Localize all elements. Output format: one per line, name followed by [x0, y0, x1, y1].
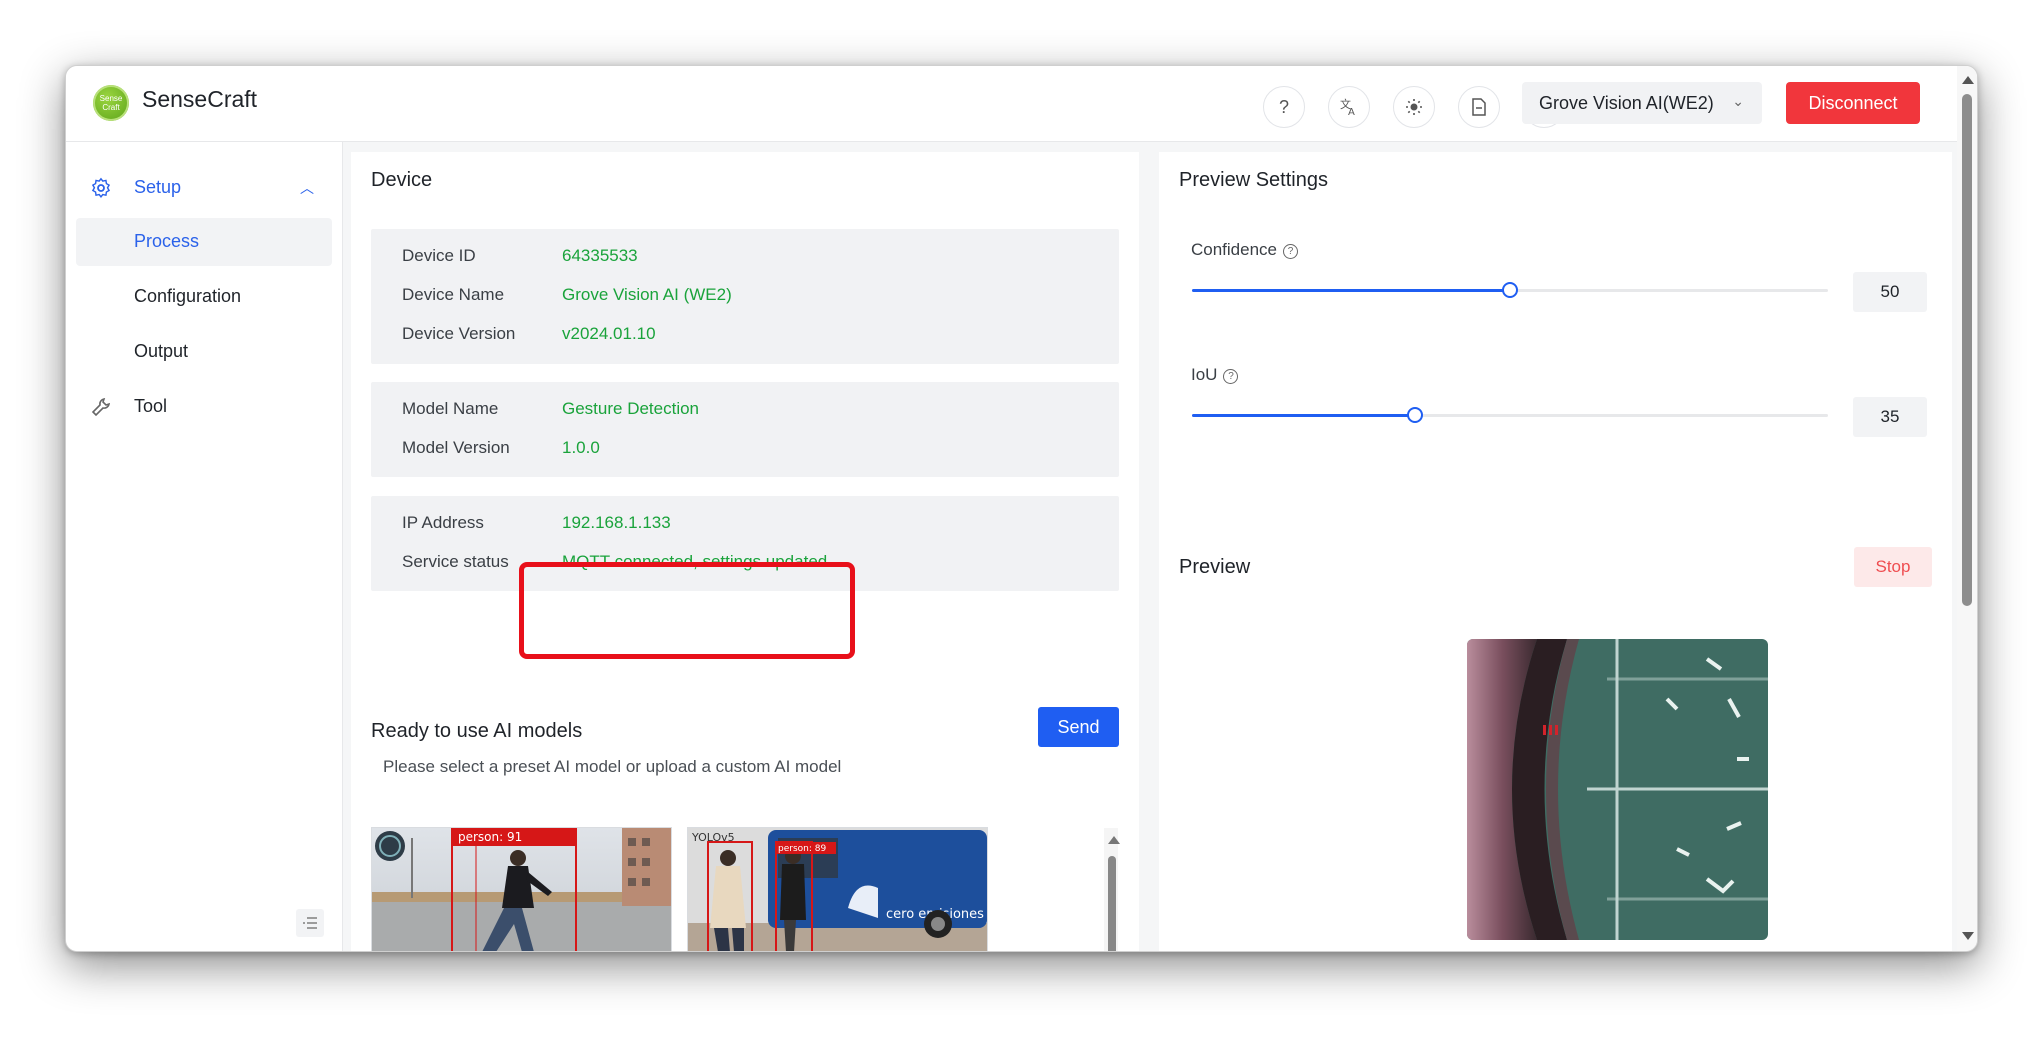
- device-info-block: Device ID 64335533 Device Name Grove Visio…: [371, 229, 1119, 364]
- confidence-slider[interactable]: [1192, 282, 1828, 298]
- question-icon: ?: [1278, 96, 1289, 117]
- device-card-title: Device: [371, 169, 433, 191]
- device-name-row: Device Name Grove Vision AI (WE2): [402, 285, 732, 305]
- window-scrollbar[interactable]: [1957, 66, 1977, 951]
- chevron-up-icon: ︿: [300, 180, 314, 196]
- confidence-slider-fill: [1192, 289, 1510, 292]
- translate-button[interactable]: 文 A: [1328, 86, 1370, 128]
- models-scrollbar-thumb[interactable]: [1108, 856, 1116, 951]
- device-name-value: Grove Vision AI (WE2): [562, 285, 732, 304]
- person-detection-image: person: 91: [372, 828, 671, 951]
- theme-button[interactable]: [1393, 86, 1435, 128]
- send-button[interactable]: Send: [1038, 707, 1119, 747]
- logo-text-top: Sense: [99, 94, 123, 103]
- confidence-input[interactable]: 50: [1853, 272, 1927, 312]
- device-select-value: Grove Vision AI(WE2): [1539, 92, 1714, 113]
- help-circle-icon[interactable]: ?: [1223, 369, 1239, 384]
- iou-slider-handle[interactable]: [1406, 407, 1423, 423]
- iou-slider[interactable]: [1192, 407, 1828, 423]
- scroll-down-icon[interactable]: [1962, 932, 1974, 940]
- device-id-row: Device ID 64335533: [402, 246, 638, 266]
- chevron-down-icon: ⌄: [1732, 93, 1744, 109]
- brand-name: SenseCraft: [142, 86, 258, 112]
- iou-label: IoU?: [1191, 365, 1239, 385]
- iou-slider-fill: [1192, 414, 1415, 417]
- preview-settings-card: Preview Settings Confidence? 50 IoU? 35 …: [1159, 152, 1952, 951]
- confidence-slider-handle[interactable]: [1502, 282, 1518, 298]
- disconnect-button[interactable]: Disconnect: [1786, 82, 1920, 124]
- sidebar-item-configuration[interactable]: Configuration: [76, 273, 332, 321]
- document-button[interactable]: [1458, 86, 1500, 128]
- help-circle-icon[interactable]: ?: [1283, 244, 1299, 259]
- logo-text-bottom: Craft: [102, 103, 120, 112]
- sun-icon: [1406, 99, 1422, 115]
- thumb2-tag: person: 89: [778, 844, 826, 854]
- model-info-block: Model Name Gesture Detection Model Versio…: [371, 382, 1119, 477]
- scroll-up-icon[interactable]: [1962, 76, 1974, 84]
- model-name-value: Gesture Detection: [562, 399, 700, 418]
- wrench-icon: [91, 397, 111, 417]
- stop-button[interactable]: Stop: [1854, 547, 1932, 587]
- collapse-icon: [303, 917, 317, 929]
- models-section-title: Ready to use AI models: [371, 720, 583, 742]
- sidebar-item-setup[interactable]: Setup ︿: [76, 164, 332, 212]
- model-name-label: Model Name: [402, 399, 499, 418]
- help-button[interactable]: ?: [1263, 86, 1305, 128]
- scroll-up-icon[interactable]: [1108, 836, 1120, 844]
- camera-preview-image: [1467, 639, 1768, 940]
- confidence-label-text: Confidence: [1191, 240, 1278, 259]
- camera-feed: [1467, 639, 1768, 940]
- device-version-label: Device Version: [402, 324, 516, 343]
- device-name-label: Device Name: [402, 285, 505, 304]
- models-section-subtitle: Please select a preset AI model or uploa…: [383, 757, 842, 776]
- sidebar-item-label: Process: [134, 231, 200, 251]
- annotation-highlight-box: [519, 562, 855, 659]
- device-card: Device Device ID 64335533 Device Name Grov…: [351, 152, 1139, 951]
- ip-address-label: IP Address: [402, 513, 484, 532]
- iou-label-text: IoU: [1191, 365, 1218, 384]
- confidence-label: Confidence?: [1191, 240, 1299, 260]
- top-header: Sense Craft SenseCraft ? 文 A Grove Visio…: [66, 66, 1977, 142]
- device-version-row: Device Version v2024.01.10: [402, 324, 656, 344]
- window-scrollbar-thumb[interactable]: [1962, 94, 1972, 606]
- device-version-value: v2024.01.10: [562, 324, 656, 343]
- collapse-sidebar-button[interactable]: [296, 909, 324, 937]
- app-window: Sense Craft SenseCraft ? 文 A Grove Visio…: [65, 65, 1978, 952]
- model-version-value: 1.0.0: [562, 438, 600, 457]
- sidebar-item-label: Setup: [134, 177, 182, 197]
- thumb1-tag: person: 91: [458, 830, 522, 844]
- sidebar-item-tool[interactable]: Tool: [76, 383, 332, 431]
- sidebar-item-label: Configuration: [134, 286, 242, 306]
- sidebar: Setup ︿ Process Configuration Output Too…: [66, 142, 343, 951]
- ip-address-row: IP Address 192.168.1.133: [402, 513, 671, 533]
- sidebar-item-label: Output: [134, 341, 189, 361]
- gear-icon: [91, 177, 111, 198]
- translate-icon: 文 A: [1340, 97, 1355, 117]
- sidebar-item-process[interactable]: Process: [76, 218, 332, 266]
- device-id-value: 64335533: [562, 246, 638, 265]
- model-version-label: Model Version: [402, 438, 510, 457]
- model-name-row: Model Name Gesture Detection: [402, 399, 699, 419]
- model-version-row: Model Version 1.0.0: [402, 438, 600, 458]
- device-select-dropdown[interactable]: Grove Vision AI(WE2) ⌄: [1522, 82, 1762, 124]
- ip-address-value: 192.168.1.133: [562, 513, 671, 532]
- device-id-label: Device ID: [402, 246, 476, 265]
- preview-settings-title: Preview Settings: [1179, 169, 1328, 191]
- sidebar-item-label: Tool: [134, 396, 168, 416]
- yolov5-detection-image: cero emisiones person: 89 YOLOv5: [688, 828, 987, 951]
- sidebar-item-output[interactable]: Output: [76, 328, 332, 376]
- iou-input[interactable]: 35: [1853, 397, 1927, 437]
- thumb2-brand: YOLOv5: [691, 831, 735, 844]
- document-icon: [1472, 98, 1486, 116]
- preview-title: Preview: [1179, 556, 1251, 578]
- model-thumbnail-person-detection[interactable]: person: 91: [371, 827, 672, 951]
- model-thumbnail-yolov5[interactable]: cero emisiones person: 89 YOLOv5: [687, 827, 988, 951]
- svg-text:A: A: [1348, 107, 1355, 117]
- sensecraft-logo: Sense Craft: [93, 85, 129, 121]
